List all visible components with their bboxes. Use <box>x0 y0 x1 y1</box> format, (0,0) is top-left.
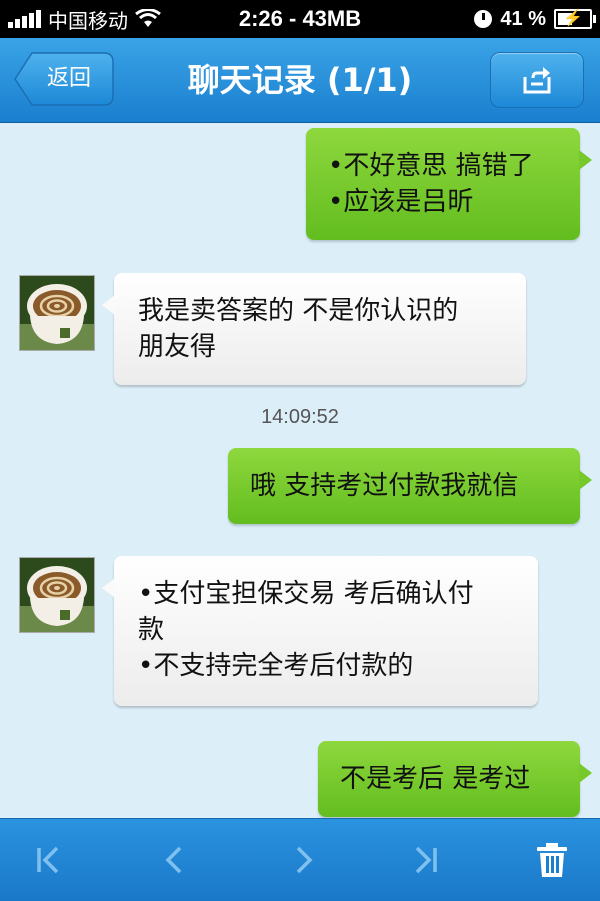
message-line: 不是考后 是考过 <box>340 764 531 794</box>
last-page-button[interactable] <box>386 819 466 901</box>
trash-icon <box>537 843 567 877</box>
received-message-bubble[interactable]: •支付宝担保交易 考后确认付 款 •不支持完全考后付款的 <box>102 556 538 706</box>
last-page-icon <box>415 846 437 874</box>
message-line: 我是卖答案的 不是你认识的 <box>138 296 459 326</box>
sent-message-bubble[interactable]: •不好意思 搞错了 •应该是吕昕 <box>306 128 592 240</box>
next-icon <box>296 846 313 874</box>
bottom-toolbar <box>0 818 600 901</box>
message-line: 朋友得 <box>138 332 217 362</box>
contact-avatar[interactable] <box>19 557 95 633</box>
battery-icon: ⚡ <box>554 9 596 29</box>
share-button[interactable] <box>490 52 584 108</box>
received-message-bubble[interactable]: 我是卖答案的 不是你认识的 朋友得 <box>102 273 526 385</box>
alarm-clock-icon <box>474 10 493 28</box>
coffee-cup-avatar <box>20 276 94 350</box>
back-button[interactable]: 返回 <box>14 52 114 106</box>
message-line: •不好意思 搞错了 <box>328 151 534 181</box>
page-title: 聊天记录 (1/1) <box>187 61 413 99</box>
back-button-label: 返回 <box>46 66 91 91</box>
next-page-button[interactable] <box>264 819 344 901</box>
message-line: •不支持完全考后付款的 <box>138 651 414 681</box>
battery-percent: 41 % <box>500 7 546 30</box>
sent-message-bubble[interactable]: 哦 支持考过付款我就信 <box>228 448 592 524</box>
contact-avatar[interactable] <box>19 275 95 351</box>
share-icon <box>523 67 551 94</box>
message-line: •应该是吕昕 <box>328 187 474 217</box>
message-line: •支付宝担保交易 考后确认付 <box>138 579 474 609</box>
message-timestamp: 14:09:52 <box>261 406 339 428</box>
previous-page-button[interactable] <box>134 819 214 901</box>
message-line: 哦 支持考过付款我就信 <box>250 471 519 501</box>
status-bar: 中国移动 2:26 - 43MB 41 % ⚡ <box>0 0 600 38</box>
coffee-cup-avatar <box>20 558 94 632</box>
navigation-bar: 返回 聊天记录 (1/1) <box>0 38 600 123</box>
chat-history[interactable]: •不好意思 搞错了 •应该是吕昕 我是卖答案的 不是你认识的 朋友得 14:09… <box>0 123 600 818</box>
previous-icon <box>165 846 182 874</box>
delete-button[interactable] <box>512 819 592 901</box>
sent-message-bubble[interactable]: 不是考后 是考过 <box>318 741 592 817</box>
first-page-button[interactable] <box>8 819 88 901</box>
message-line: 款 <box>138 615 165 645</box>
first-page-icon <box>37 846 59 874</box>
